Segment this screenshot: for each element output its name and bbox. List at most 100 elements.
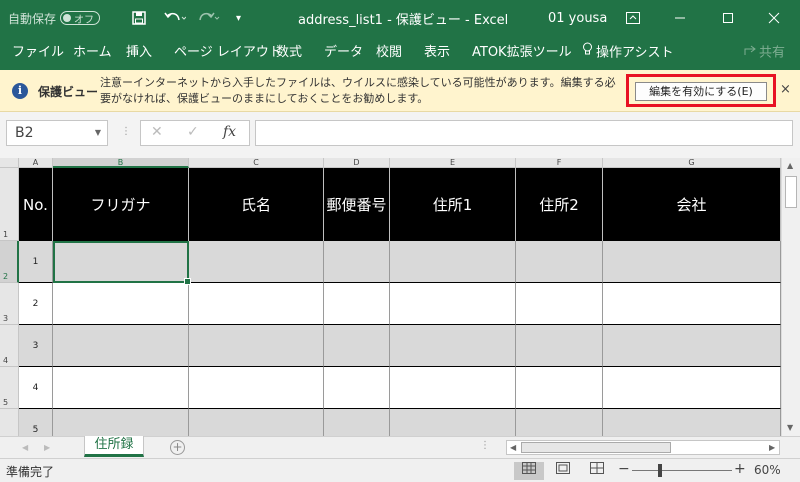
table-cell[interactable] (516, 409, 603, 436)
row-number-cell[interactable]: 4 (19, 367, 53, 409)
chevron-down-icon[interactable]: ▼ (95, 121, 101, 145)
sheet-tab-address[interactable]: 住所録 (84, 436, 144, 457)
table-cell[interactable] (603, 325, 781, 367)
customize-toolbar-icon[interactable]: ▾ (236, 0, 241, 36)
select-all-corner[interactable] (0, 158, 19, 168)
table-cell[interactable] (189, 325, 324, 367)
header-cell-name[interactable]: 氏名 (189, 168, 324, 241)
table-cell[interactable] (189, 241, 324, 283)
column-header-d[interactable]: D (324, 158, 390, 168)
next-sheet-icon[interactable]: ▶ (44, 443, 50, 452)
table-cell[interactable] (516, 283, 603, 325)
autosave-toggle[interactable]: オフ (60, 11, 101, 26)
name-box[interactable]: B2 ▼ (6, 120, 108, 146)
table-cell[interactable] (53, 283, 189, 325)
row-number-cell[interactable]: 5 (19, 409, 53, 436)
zoom-level[interactable]: 60% (754, 463, 781, 477)
page-break-view-icon[interactable] (582, 462, 612, 480)
scroll-down-icon[interactable]: ▼ (787, 423, 793, 432)
header-cell-company[interactable]: 会社 (603, 168, 781, 241)
tell-me-assist[interactable]: 操作アシスト (582, 36, 673, 70)
header-cell-address2[interactable]: 住所2 (516, 168, 603, 241)
row-header-6[interactable] (0, 409, 19, 436)
close-protected-bar-icon[interactable]: × (780, 82, 791, 97)
horizontal-scroll-thumb[interactable] (521, 442, 671, 453)
redo-icon[interactable] (198, 0, 220, 36)
zoom-slider-track[interactable] (632, 470, 732, 471)
table-cell[interactable] (53, 325, 189, 367)
table-cell[interactable] (324, 409, 390, 436)
table-cell[interactable] (324, 283, 390, 325)
enable-editing-button[interactable]: 編集を有効にする(E) (635, 82, 767, 101)
zoom-out-button[interactable]: − (618, 461, 630, 477)
scroll-right-icon[interactable]: ▶ (769, 443, 775, 452)
tab-data[interactable]: データ (324, 36, 363, 70)
save-icon[interactable] (132, 0, 146, 36)
table-cell[interactable] (603, 283, 781, 325)
close-window-icon[interactable] (768, 0, 780, 36)
row-number-cell[interactable]: 1 (19, 241, 53, 283)
table-cell[interactable] (603, 241, 781, 283)
horizontal-scrollbar[interactable]: ◀ ▶ (506, 440, 780, 455)
tab-home[interactable]: ホーム (73, 36, 112, 70)
minimize-icon[interactable] (674, 0, 686, 36)
table-cell[interactable] (390, 409, 516, 436)
row-header-5[interactable]: 5 (0, 367, 19, 409)
table-cell[interactable] (516, 325, 603, 367)
column-header-g[interactable]: G (603, 158, 781, 168)
zoom-slider-thumb[interactable] (658, 464, 662, 477)
column-header-f[interactable]: F (516, 158, 603, 168)
tab-atok[interactable]: ATOK拡張ツール (472, 36, 572, 70)
row-header-4[interactable]: 4 (0, 325, 19, 367)
table-cell[interactable] (516, 367, 603, 409)
worksheet-grid[interactable]: A B C D E F G 1 2 3 4 5 No. フリガナ 氏名 郵便番号… (0, 158, 800, 436)
table-cell[interactable] (324, 325, 390, 367)
vertical-scrollbar[interactable]: ▲ ▼ (781, 158, 800, 436)
row-header-2[interactable]: 2 (0, 241, 19, 283)
user-name[interactable]: 01 yousa (548, 0, 607, 36)
normal-view-icon[interactable] (514, 462, 544, 480)
tab-view[interactable]: 表示 (424, 36, 450, 70)
scroll-left-icon[interactable]: ◀ (510, 443, 516, 452)
prev-sheet-icon[interactable]: ◀ (22, 443, 28, 452)
ribbon-display-icon[interactable] (626, 0, 640, 36)
scroll-up-icon[interactable]: ▲ (787, 161, 793, 170)
vertical-scroll-thumb[interactable] (785, 176, 797, 208)
tab-split-handle-icon[interactable]: ⋮ (480, 440, 490, 451)
cancel-entry-icon[interactable]: ✕ (151, 124, 163, 140)
maximize-icon[interactable] (722, 0, 734, 36)
table-cell[interactable] (324, 367, 390, 409)
header-cell-address1[interactable]: 住所1 (390, 168, 516, 241)
column-header-c[interactable]: C (189, 158, 324, 168)
table-cell[interactable] (603, 409, 781, 436)
table-cell[interactable] (390, 367, 516, 409)
table-cell[interactable] (324, 241, 390, 283)
column-header-e[interactable]: E (390, 158, 516, 168)
column-header-a[interactable]: A (19, 158, 53, 168)
tab-insert[interactable]: 挿入 (126, 36, 152, 70)
row-header-1[interactable]: 1 (0, 168, 19, 241)
zoom-in-button[interactable]: + (734, 461, 746, 477)
row-number-cell[interactable]: 2 (19, 283, 53, 325)
table-cell[interactable] (390, 241, 516, 283)
table-cell[interactable] (189, 409, 324, 436)
table-cell[interactable] (390, 325, 516, 367)
formula-input[interactable] (255, 120, 793, 146)
tab-formulas[interactable]: 数式 (276, 36, 302, 70)
table-cell[interactable] (53, 367, 189, 409)
header-cell-no[interactable]: No. (19, 168, 53, 241)
tab-file[interactable]: ファイル (12, 36, 64, 70)
table-cell[interactable] (390, 283, 516, 325)
row-number-cell[interactable]: 3 (19, 325, 53, 367)
more-options-icon[interactable]: ⋮ (121, 126, 131, 137)
column-header-b[interactable]: B (53, 158, 189, 168)
confirm-entry-icon[interactable]: ✓ (187, 124, 199, 140)
tab-review[interactable]: 校閲 (376, 36, 402, 70)
share-button[interactable]: 共有 (744, 36, 785, 70)
add-sheet-icon[interactable]: + (170, 440, 185, 455)
table-cell[interactable] (189, 283, 324, 325)
page-layout-view-icon[interactable] (548, 462, 578, 480)
autosave[interactable]: 自動保存 オフ (8, 0, 101, 36)
table-cell[interactable] (53, 409, 189, 436)
undo-icon[interactable] (164, 0, 186, 36)
